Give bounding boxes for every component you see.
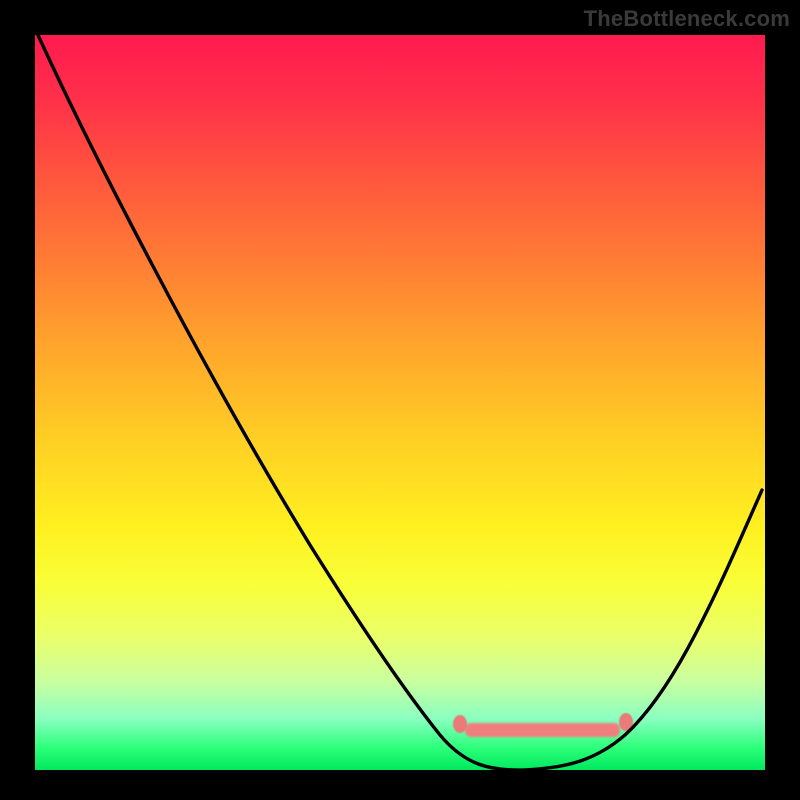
- bottleneck-curve-path: [38, 35, 762, 770]
- curve-svg: [35, 35, 765, 770]
- watermark-text: TheBottleneck.com: [584, 6, 790, 32]
- chart-frame: TheBottleneck.com: [0, 0, 800, 800]
- plot-area: [35, 35, 765, 770]
